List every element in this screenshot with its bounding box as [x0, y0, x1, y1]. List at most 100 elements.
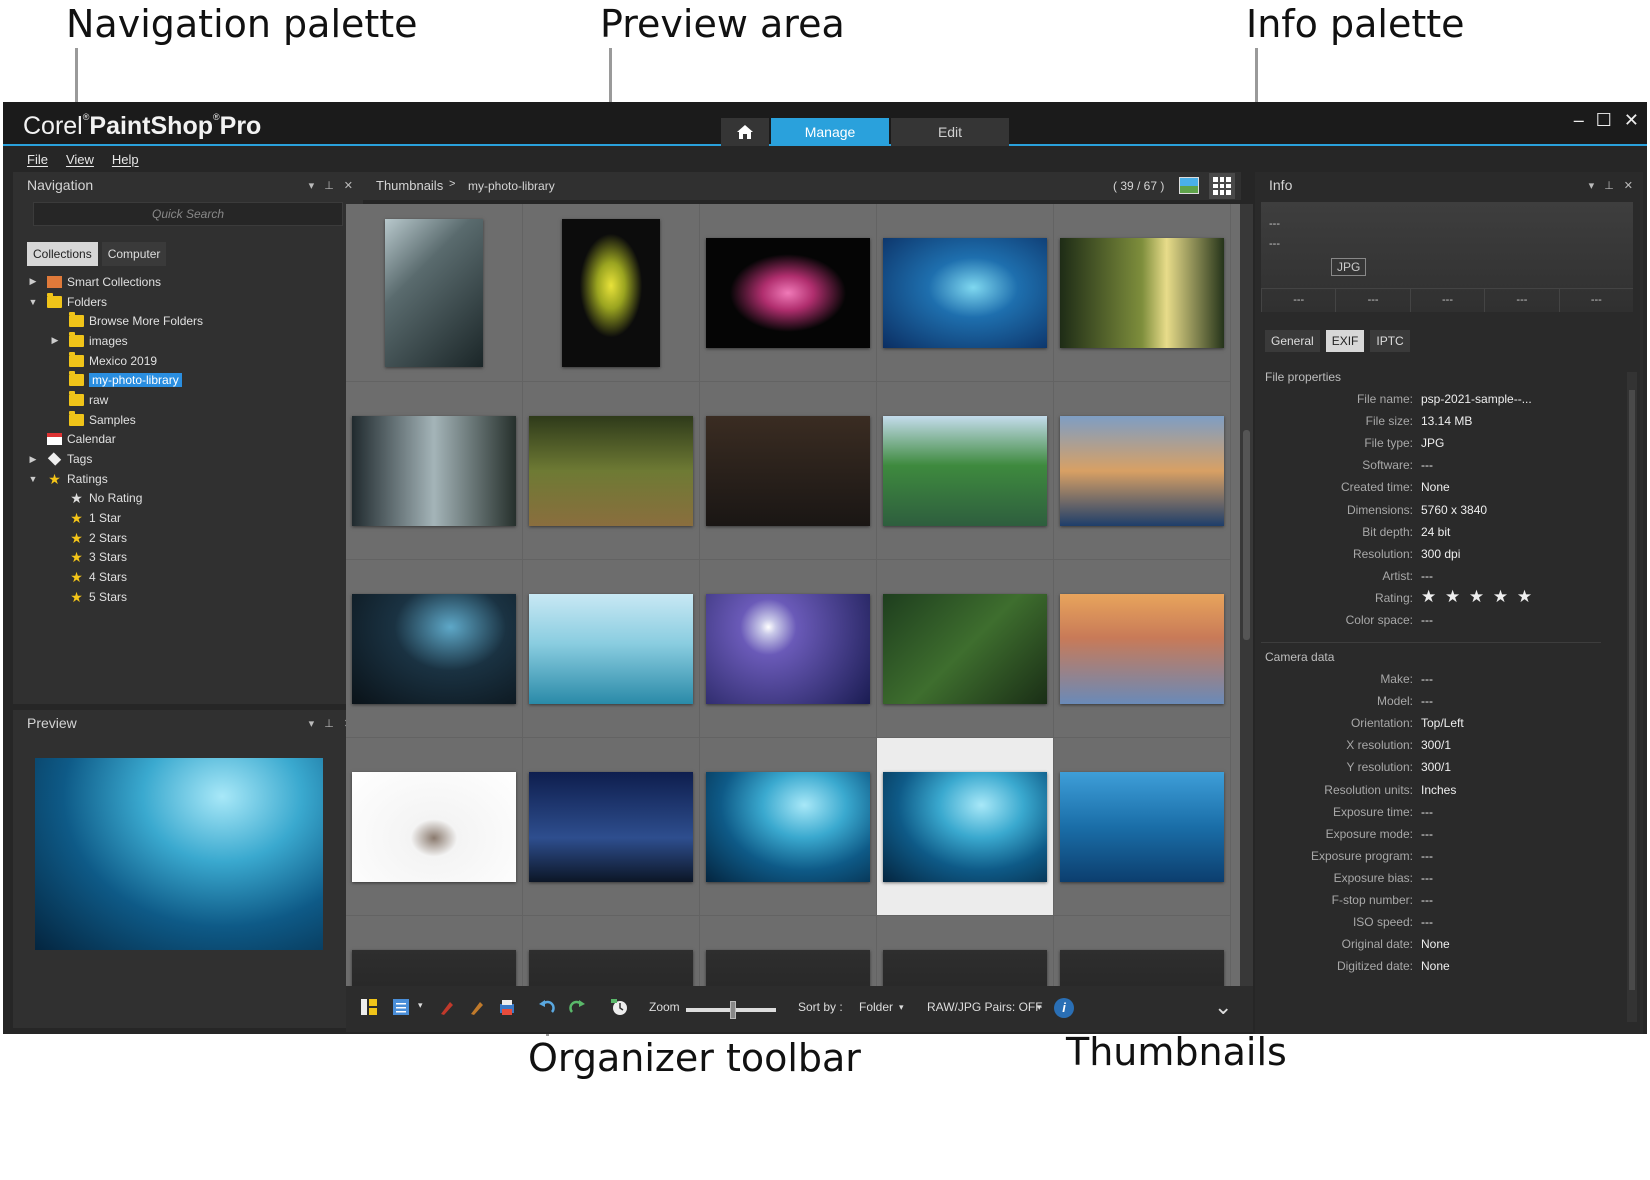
pin-icon[interactable]: ⊥	[324, 717, 334, 730]
close-icon[interactable]: ✕	[344, 179, 353, 192]
breadcrumb-thumbnails[interactable]: Thumbnails	[376, 178, 443, 193]
thumbnail-image[interactable]	[883, 949, 1047, 986]
panel-menu-icon[interactable]: ▾	[1589, 179, 1595, 192]
panel-menu-icon[interactable]: ▾	[309, 179, 315, 192]
panel-menu-icon[interactable]: ▾	[309, 717, 315, 730]
thumbnail-image[interactable]	[883, 593, 1047, 704]
close-button[interactable]: ✕	[1624, 110, 1639, 131]
tree-item-mexico-2019[interactable]: Mexico 2019	[13, 351, 363, 371]
raw-jpg-caret-icon[interactable]: ▾	[1037, 1002, 1042, 1013]
info-scrollbar[interactable]	[1627, 372, 1637, 1022]
thumbnail-cell[interactable]	[877, 916, 1054, 986]
thumbnail-cell[interactable]	[1054, 382, 1231, 560]
tab-manage[interactable]: Manage	[771, 118, 889, 146]
thumbnail-image[interactable]	[352, 771, 516, 882]
thumbnail-image[interactable]	[1060, 949, 1224, 986]
thumbnail-image[interactable]	[1060, 237, 1224, 348]
grid-view-icon[interactable]	[1209, 173, 1235, 199]
rotate-right-icon[interactable]	[568, 998, 586, 1016]
scrollbar-thumb[interactable]	[1243, 430, 1250, 640]
minimize-button[interactable]: –	[1574, 110, 1584, 131]
time-machine-icon[interactable]	[610, 998, 628, 1016]
thumbnail-cell[interactable]	[1054, 916, 1231, 986]
thumbnail-cell[interactable]	[346, 560, 523, 738]
thumbnail-image[interactable]	[529, 593, 693, 704]
tree-item-folders[interactable]: ▼ Folders	[13, 292, 363, 312]
tree-item-raw[interactable]: raw	[13, 390, 363, 410]
thumbnail-cell[interactable]	[1054, 738, 1231, 916]
thumbnail-image[interactable]	[883, 771, 1047, 882]
thumbnail-cell[interactable]	[877, 204, 1054, 382]
scrollbar-thumb[interactable]	[1629, 390, 1635, 990]
thumbnail-image[interactable]	[1060, 415, 1224, 526]
thumbnail-image[interactable]	[529, 415, 693, 526]
image-view-icon[interactable]	[1179, 177, 1199, 194]
tab-iptc[interactable]: IPTC	[1370, 330, 1410, 352]
thumbnail-cell[interactable]	[346, 382, 523, 560]
menu-file[interactable]: File	[27, 148, 48, 172]
thumbnail-cell[interactable]	[523, 560, 700, 738]
tab-computer[interactable]: Computer	[101, 242, 167, 266]
zoom-slider-knob[interactable]	[730, 1001, 736, 1019]
home-tab[interactable]	[721, 118, 769, 146]
dropdown-caret-icon[interactable]: ▾	[418, 1000, 423, 1011]
thumbnail-cell[interactable]	[346, 738, 523, 916]
tree-item-1-star[interactable]: ★ 1 Star	[13, 508, 363, 528]
thumbnail-cell[interactable]	[1054, 560, 1231, 738]
sort-dropdown-caret-icon[interactable]: ▾	[899, 1002, 904, 1013]
tree-item-my-photo-library[interactable]: my-photo-library	[13, 370, 363, 390]
tree-item-5-stars[interactable]: ★ 5 Stars	[13, 587, 363, 607]
thumbnail-cell[interactable]	[700, 204, 877, 382]
maximize-button[interactable]: ☐	[1596, 110, 1612, 131]
expand-toolbar-icon[interactable]: ⌄	[1214, 994, 1232, 1020]
organizer-layout-icon[interactable]	[360, 998, 378, 1016]
tab-edit[interactable]: Edit	[891, 118, 1009, 146]
info-icon[interactable]: i	[1054, 998, 1074, 1018]
thumbnail-cell[interactable]	[346, 204, 523, 382]
tree-item-browse-more-folders[interactable]: Browse More Folders	[13, 311, 363, 331]
tab-general[interactable]: General	[1265, 330, 1320, 352]
tab-collections[interactable]: Collections	[27, 242, 98, 266]
thumbnail-image[interactable]	[706, 415, 870, 526]
thumbnail-image[interactable]	[385, 218, 483, 367]
tree-item-images[interactable]: ▶ images	[13, 331, 363, 351]
thumbnail-cell[interactable]	[523, 738, 700, 916]
thumbnail-cell[interactable]	[1054, 204, 1231, 382]
pin-icon[interactable]: ⊥	[324, 179, 334, 192]
tree-item-ratings[interactable]: ▼ ★ Ratings	[13, 469, 363, 489]
thumbnail-image[interactable]	[883, 237, 1047, 348]
red-eye-brush-icon[interactable]	[438, 998, 456, 1016]
pin-icon[interactable]: ⊥	[1604, 179, 1614, 192]
tab-exif[interactable]: EXIF	[1325, 330, 1365, 352]
preview-image[interactable]	[35, 758, 323, 950]
collapse-icon[interactable]: ▼	[27, 474, 39, 484]
sort-by-dropdown[interactable]: Folder	[859, 1000, 893, 1014]
thumbnail-image[interactable]	[562, 218, 660, 367]
tree-item-no-rating[interactable]: ★ No Rating	[13, 489, 363, 509]
thumbnail-cell[interactable]	[700, 738, 877, 916]
thumbnail-image[interactable]	[352, 949, 516, 986]
details-view-icon[interactable]	[392, 998, 410, 1016]
thumbnail-cell[interactable]	[700, 916, 877, 986]
thumbnail-image[interactable]	[1060, 593, 1224, 704]
tree-item-3-stars[interactable]: ★ 3 Stars	[13, 548, 363, 568]
thumbnail-image[interactable]	[706, 593, 870, 704]
thumbnail-image[interactable]	[883, 415, 1047, 526]
expand-icon[interactable]: ▶	[27, 454, 39, 465]
expand-icon[interactable]: ▶	[27, 276, 39, 287]
raw-jpg-pairs-toggle[interactable]: RAW/JPG Pairs: OFF	[927, 1000, 1043, 1014]
thumbnail-cell[interactable]	[523, 204, 700, 382]
rotate-left-icon[interactable]	[538, 998, 556, 1016]
thumbnail-cell-selected[interactable]	[877, 738, 1054, 916]
thumbnail-image[interactable]	[352, 415, 516, 526]
menu-help[interactable]: Help	[112, 148, 139, 172]
thumbnail-cell[interactable]	[700, 560, 877, 738]
thumbnail-image[interactable]	[706, 237, 870, 348]
collapse-icon[interactable]: ▼	[27, 297, 39, 307]
thumbnail-image[interactable]	[529, 771, 693, 882]
thumbnail-image[interactable]	[706, 771, 870, 882]
tree-item-2-stars[interactable]: ★ 2 Stars	[13, 528, 363, 548]
tree-item-tags[interactable]: ▶ Tags	[13, 449, 363, 469]
thumbnail-cell[interactable]	[877, 382, 1054, 560]
thumbnail-image[interactable]	[706, 949, 870, 986]
